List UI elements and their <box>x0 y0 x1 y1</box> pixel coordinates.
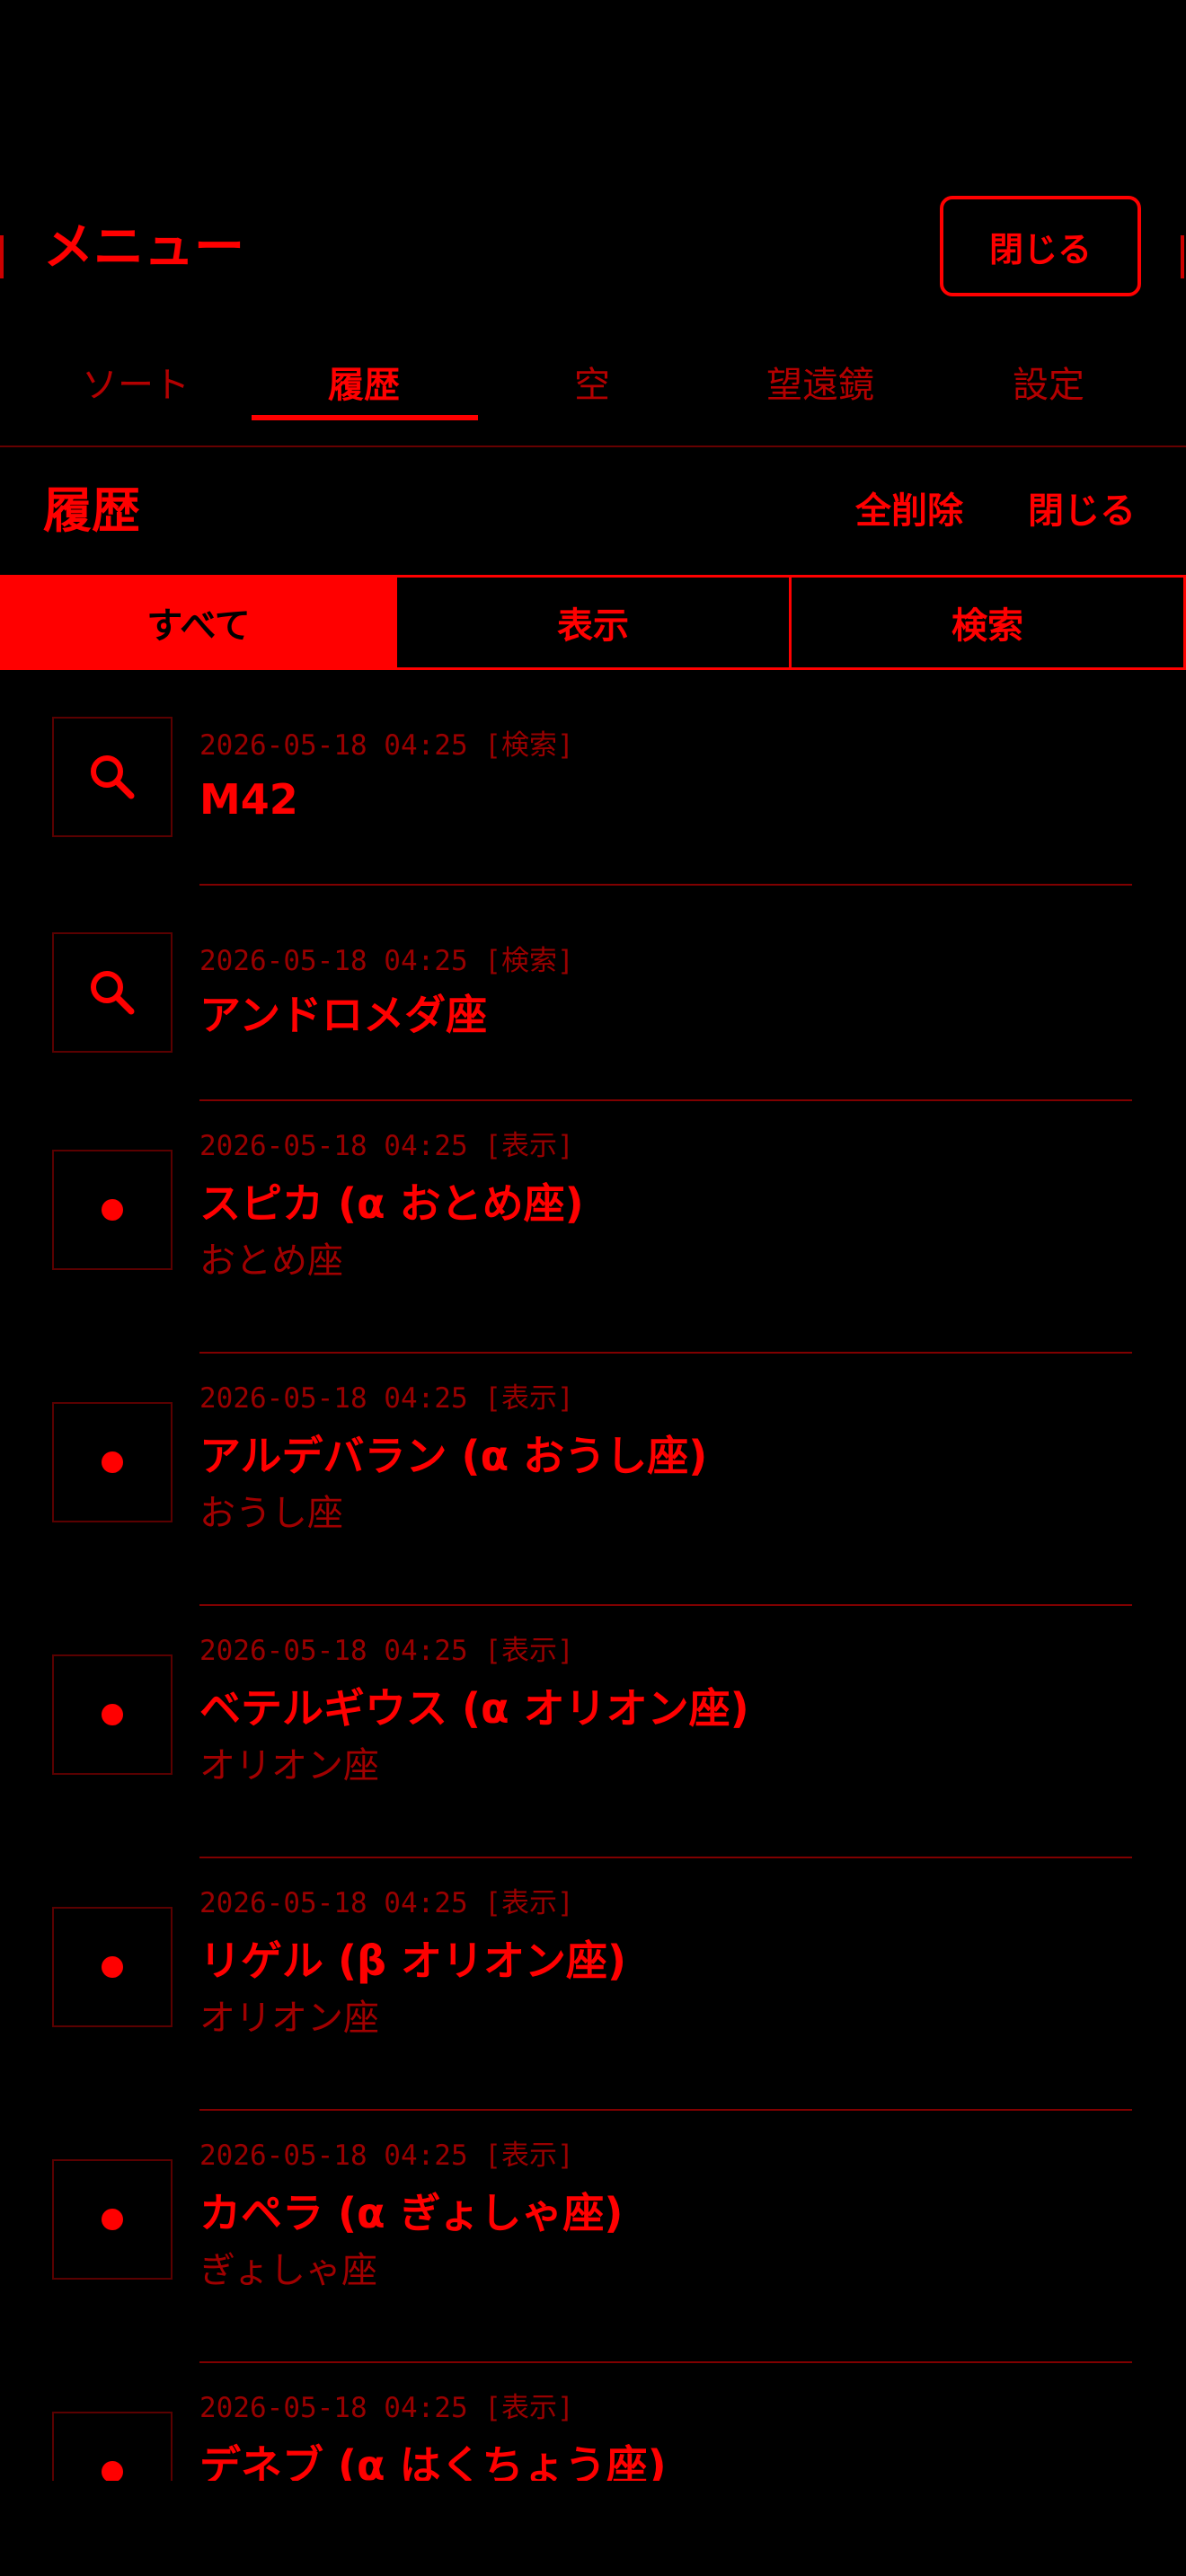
edge-marker-right <box>1181 235 1184 278</box>
dot-icon <box>52 2159 173 2280</box>
history-item-constellation: ぎょしゃ座 <box>199 2250 377 2291</box>
tabs-divider <box>0 446 1186 447</box>
history-item-timestamp: 2026-05-18 04:25 [検索] <box>199 945 574 977</box>
history-item-name: ベテルギウス (α オリオン座) <box>199 1684 749 1733</box>
menu-header: メニュー 閉じる <box>0 196 1186 304</box>
history-item-name: リゲル (β オリオン座) <box>199 1936 627 1985</box>
filter-all[interactable]: すべて <box>3 578 397 667</box>
tab-sort[interactable]: ソート <box>22 341 250 422</box>
tab-telescope[interactable]: 望遠鏡 <box>706 341 934 422</box>
search-icon <box>52 932 173 1053</box>
history-item-timestamp: 2026-05-18 04:25 [表示] <box>199 2139 574 2172</box>
dot-icon <box>52 1402 173 1522</box>
filter-search[interactable]: 検索 <box>792 578 1183 667</box>
menu-close-button[interactable]: 閉じる <box>940 196 1141 296</box>
dot-icon <box>52 1150 173 1270</box>
clear-all-button[interactable]: 全削除 <box>855 485 963 537</box>
history-item-constellation: おとめ座 <box>199 1240 343 1282</box>
tab-sky[interactable]: 空 <box>478 341 706 422</box>
history-item-constellation: オリオン座 <box>199 1998 379 2039</box>
history-item-timestamp: 2026-05-18 04:25 [表示] <box>199 1635 574 1667</box>
history-item-name: カペラ (α ぎょしゃ座) <box>199 2189 624 2237</box>
history-item-timestamp: 2026-05-18 04:25 [検索] <box>199 729 574 762</box>
history-item[interactable]: 2026-05-18 04:25 [表示] リゲル (β オリオン座) オリオン… <box>0 1858 1186 2111</box>
history-item[interactable]: 2026-05-18 04:25 [表示] デネブ (α はくちょう座) <box>0 2363 1186 2481</box>
history-item[interactable]: 2026-05-18 04:25 [表示] カペラ (α ぎょしゃ座) ぎょしゃ… <box>0 2111 1186 2363</box>
dot-icon <box>52 1907 173 2027</box>
search-icon <box>52 717 173 837</box>
history-title: 履歴 <box>43 482 140 539</box>
history-close-button[interactable]: 閉じる <box>1028 485 1136 537</box>
history-item-name: M42 <box>199 775 298 824</box>
history-item[interactable]: 2026-05-18 04:25 [表示] スピカ (α おとめ座) おとめ座 <box>0 1101 1186 1354</box>
edge-marker-left <box>0 235 4 278</box>
history-item-constellation: オリオン座 <box>199 1745 379 1786</box>
history-item[interactable]: 2026-05-18 04:25 [表示] ベテルギウス (α オリオン座) オ… <box>0 1606 1186 1858</box>
tab-settings[interactable]: 設定 <box>934 341 1163 422</box>
dot-icon <box>52 1654 173 1775</box>
history-item-timestamp: 2026-05-18 04:25 [表示] <box>199 1382 574 1415</box>
history-item-name: アルデバラン (α おうし座) <box>199 1432 708 1480</box>
tab-history[interactable]: 履歴 <box>250 341 478 422</box>
history-item[interactable]: 2026-05-18 04:25 [表示] アルデバラン (α おうし座) おう… <box>0 1354 1186 1606</box>
history-item-constellation: おうし座 <box>199 1493 343 1534</box>
filter-view[interactable]: 表示 <box>397 578 792 667</box>
history-menu-screen: メニュー 閉じる ソート 履歴 空 望遠鏡 設定 履歴 全削除 閉じる すべて … <box>0 0 1186 2576</box>
history-item-name: スピカ (α おとめ座) <box>199 1179 584 1228</box>
history-item-timestamp: 2026-05-18 04:25 [表示] <box>199 1130 574 1162</box>
menu-title: メニュー <box>43 218 244 277</box>
history-item-name: アンドロメダ座 <box>199 991 488 1039</box>
dot-icon <box>52 2412 173 2481</box>
history-item-timestamp: 2026-05-18 04:25 [表示] <box>199 2392 574 2424</box>
history-item[interactable]: 2026-05-18 04:25 [検索] アンドロメダ座 <box>0 886 1186 1101</box>
history-item[interactable]: 2026-05-18 04:25 [検索] M42 <box>0 670 1186 886</box>
history-filter: すべて 表示 検索 <box>0 575 1186 670</box>
history-item-name: デネブ (α はくちょう座) <box>199 2441 667 2481</box>
history-item-timestamp: 2026-05-18 04:25 [表示] <box>199 1887 574 1919</box>
menu-tabs: ソート 履歴 空 望遠鏡 設定 <box>22 341 1164 422</box>
history-list: 2026-05-18 04:25 [検索] M42 2026-05-18 04:… <box>0 670 1186 2481</box>
